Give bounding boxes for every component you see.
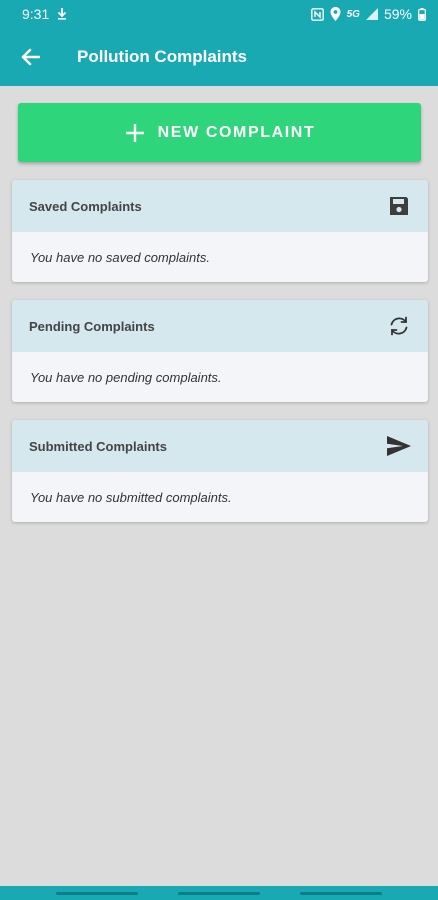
nfc-icon bbox=[310, 7, 324, 21]
send-icon[interactable] bbox=[386, 433, 412, 459]
pending-complaints-title: Pending Complaints bbox=[29, 318, 155, 334]
location-icon bbox=[330, 7, 341, 21]
saved-complaints-empty: You have no saved complaints. bbox=[30, 249, 210, 265]
pending-complaints-header[interactable]: Pending Complaints bbox=[12, 300, 428, 352]
new-complaint-label: NEW COMPLAINT bbox=[157, 123, 316, 141]
pending-complaints-empty: You have no pending complaints. bbox=[30, 369, 222, 385]
new-complaint-button[interactable]: NEW COMPLAINT bbox=[18, 103, 421, 162]
submitted-complaints-header[interactable]: Submitted Complaints bbox=[12, 420, 428, 472]
sync-icon[interactable] bbox=[386, 313, 412, 339]
saved-complaints-card: Saved Complaints You have no saved compl… bbox=[12, 180, 428, 282]
nav-home-button[interactable] bbox=[178, 891, 260, 895]
status-bar: 9:31 5G 59% bbox=[0, 0, 438, 28]
download-icon bbox=[57, 8, 67, 20]
screen: 9:31 5G 59% Pollution Complaints NEW COM… bbox=[0, 0, 438, 900]
app-bar: Pollution Complaints bbox=[0, 28, 438, 86]
plus-icon bbox=[125, 123, 144, 142]
nav-recents-button[interactable] bbox=[56, 891, 138, 895]
status-right-group: 5G 59% bbox=[310, 6, 426, 22]
save-icon[interactable] bbox=[386, 193, 412, 219]
submitted-complaints-empty: You have no submitted complaints. bbox=[30, 489, 232, 505]
back-button[interactable] bbox=[0, 28, 60, 86]
system-nav-bar bbox=[0, 886, 438, 900]
saved-complaints-header[interactable]: Saved Complaints bbox=[12, 180, 428, 232]
network-label: 5G bbox=[346, 8, 360, 20]
battery-percent: 59% bbox=[383, 6, 412, 22]
arrow-left-icon bbox=[21, 48, 40, 66]
pending-complaints-card: Pending Complaints You have no pending c… bbox=[12, 300, 428, 402]
battery-icon bbox=[418, 7, 426, 21]
submitted-complaints-card: Submitted Complaints You have no submitt… bbox=[12, 420, 428, 522]
signal-icon bbox=[365, 8, 378, 20]
page-title: Pollution Complaints bbox=[77, 47, 247, 66]
nav-back-button[interactable] bbox=[300, 891, 382, 895]
saved-complaints-title: Saved Complaints bbox=[29, 198, 142, 214]
status-time: 9:31 bbox=[22, 6, 50, 22]
submitted-complaints-title: Submitted Complaints bbox=[29, 438, 167, 454]
